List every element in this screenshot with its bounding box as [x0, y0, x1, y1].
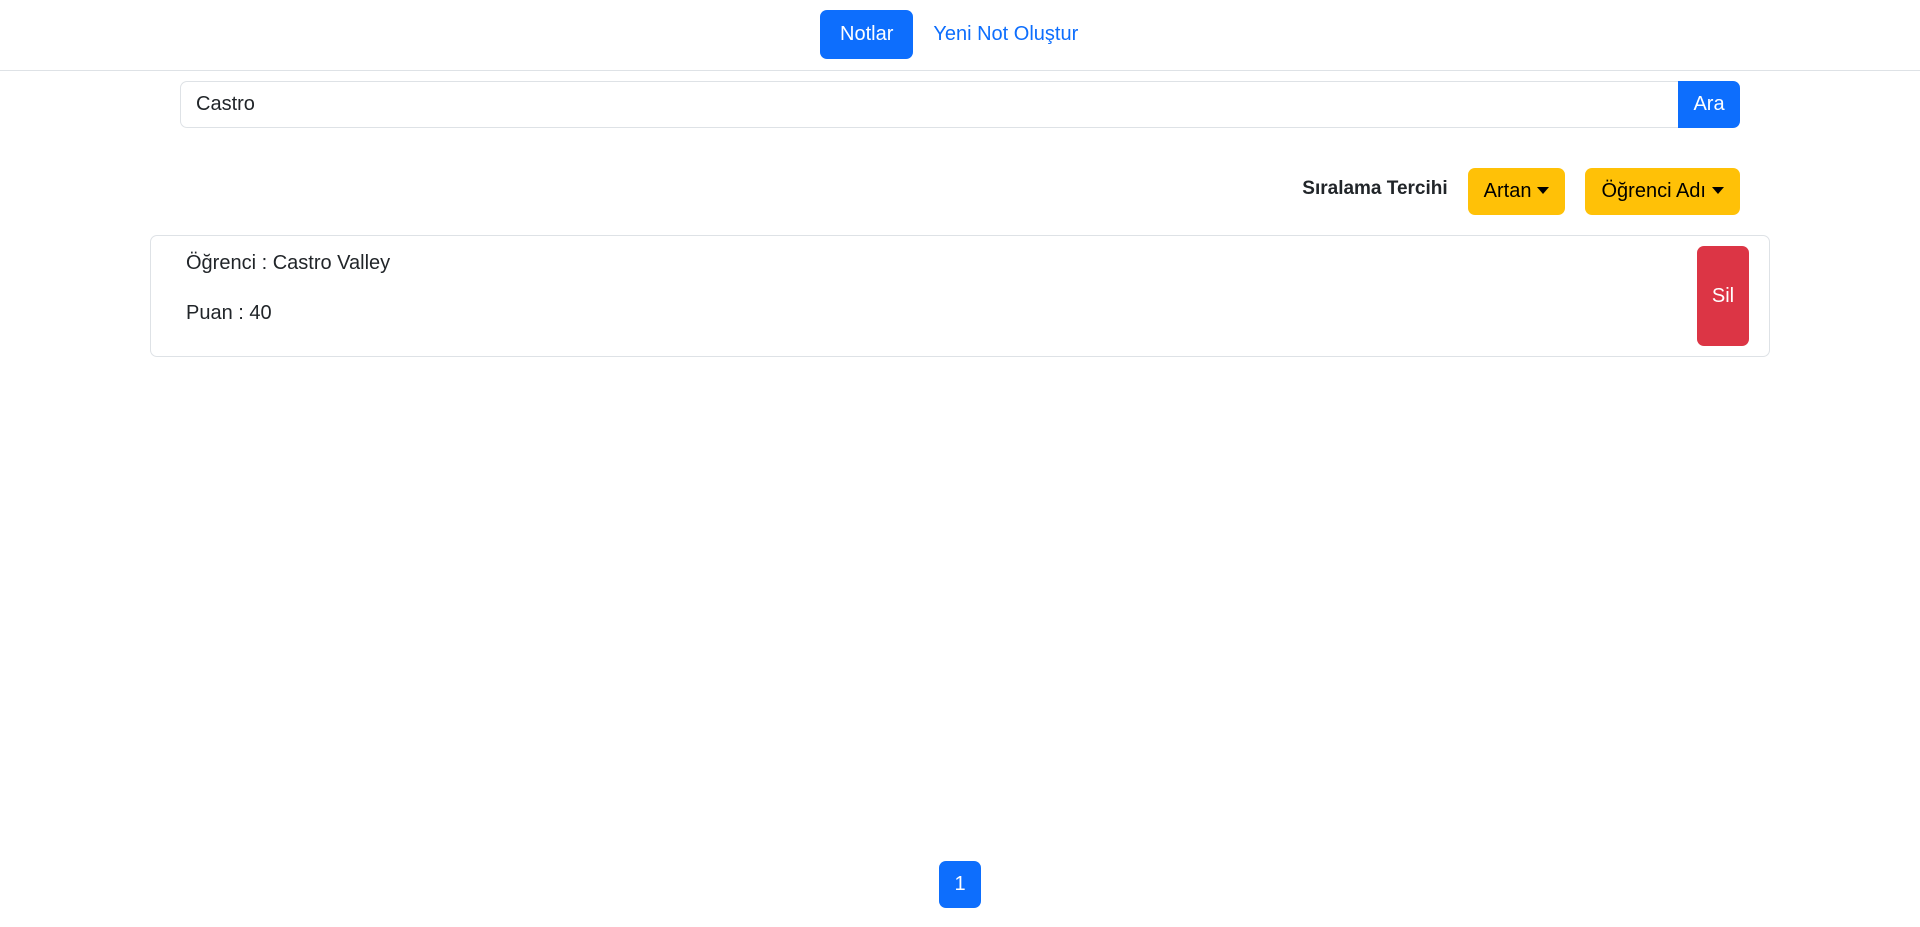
delete-note-button[interactable]: Sil — [1697, 246, 1749, 346]
note-card: Öğrenci : Castro Valley Puan : 40 Sil — [150, 235, 1770, 357]
nav-tabs: Notlar Yeni Not Oluştur — [820, 10, 1098, 59]
search-button[interactable]: Ara — [1678, 81, 1740, 128]
sort-order-label: Artan — [1483, 180, 1532, 202]
nav-tab-notlar[interactable]: Notlar — [820, 10, 914, 59]
pagination: 1 — [939, 861, 981, 908]
sort-label: Sıralama Tercihi — [1302, 177, 1448, 199]
sort-field-label: Öğrenci Adı — [1601, 180, 1706, 202]
search-input[interactable] — [180, 81, 1678, 128]
sort-controls: Sıralama Tercihi Artan Öğrenci Adı — [1302, 168, 1740, 215]
note-student: Öğrenci : Castro Valley — [186, 252, 391, 274]
caret-down-icon — [1537, 187, 1550, 194]
note-score: Puan : 40 — [186, 302, 272, 324]
navbar: Notlar Yeni Not Oluştur — [0, 0, 1920, 71]
sort-field-dropdown[interactable]: Öğrenci Adı — [1585, 168, 1740, 215]
sort-order-dropdown[interactable]: Artan — [1467, 168, 1566, 215]
search-bar: Ara — [180, 81, 1740, 128]
caret-down-icon — [1712, 187, 1724, 194]
page-button-1[interactable]: 1 — [939, 861, 981, 908]
nav-tab-yeni-not[interactable]: Yeni Not Oluştur — [913, 10, 1098, 59]
